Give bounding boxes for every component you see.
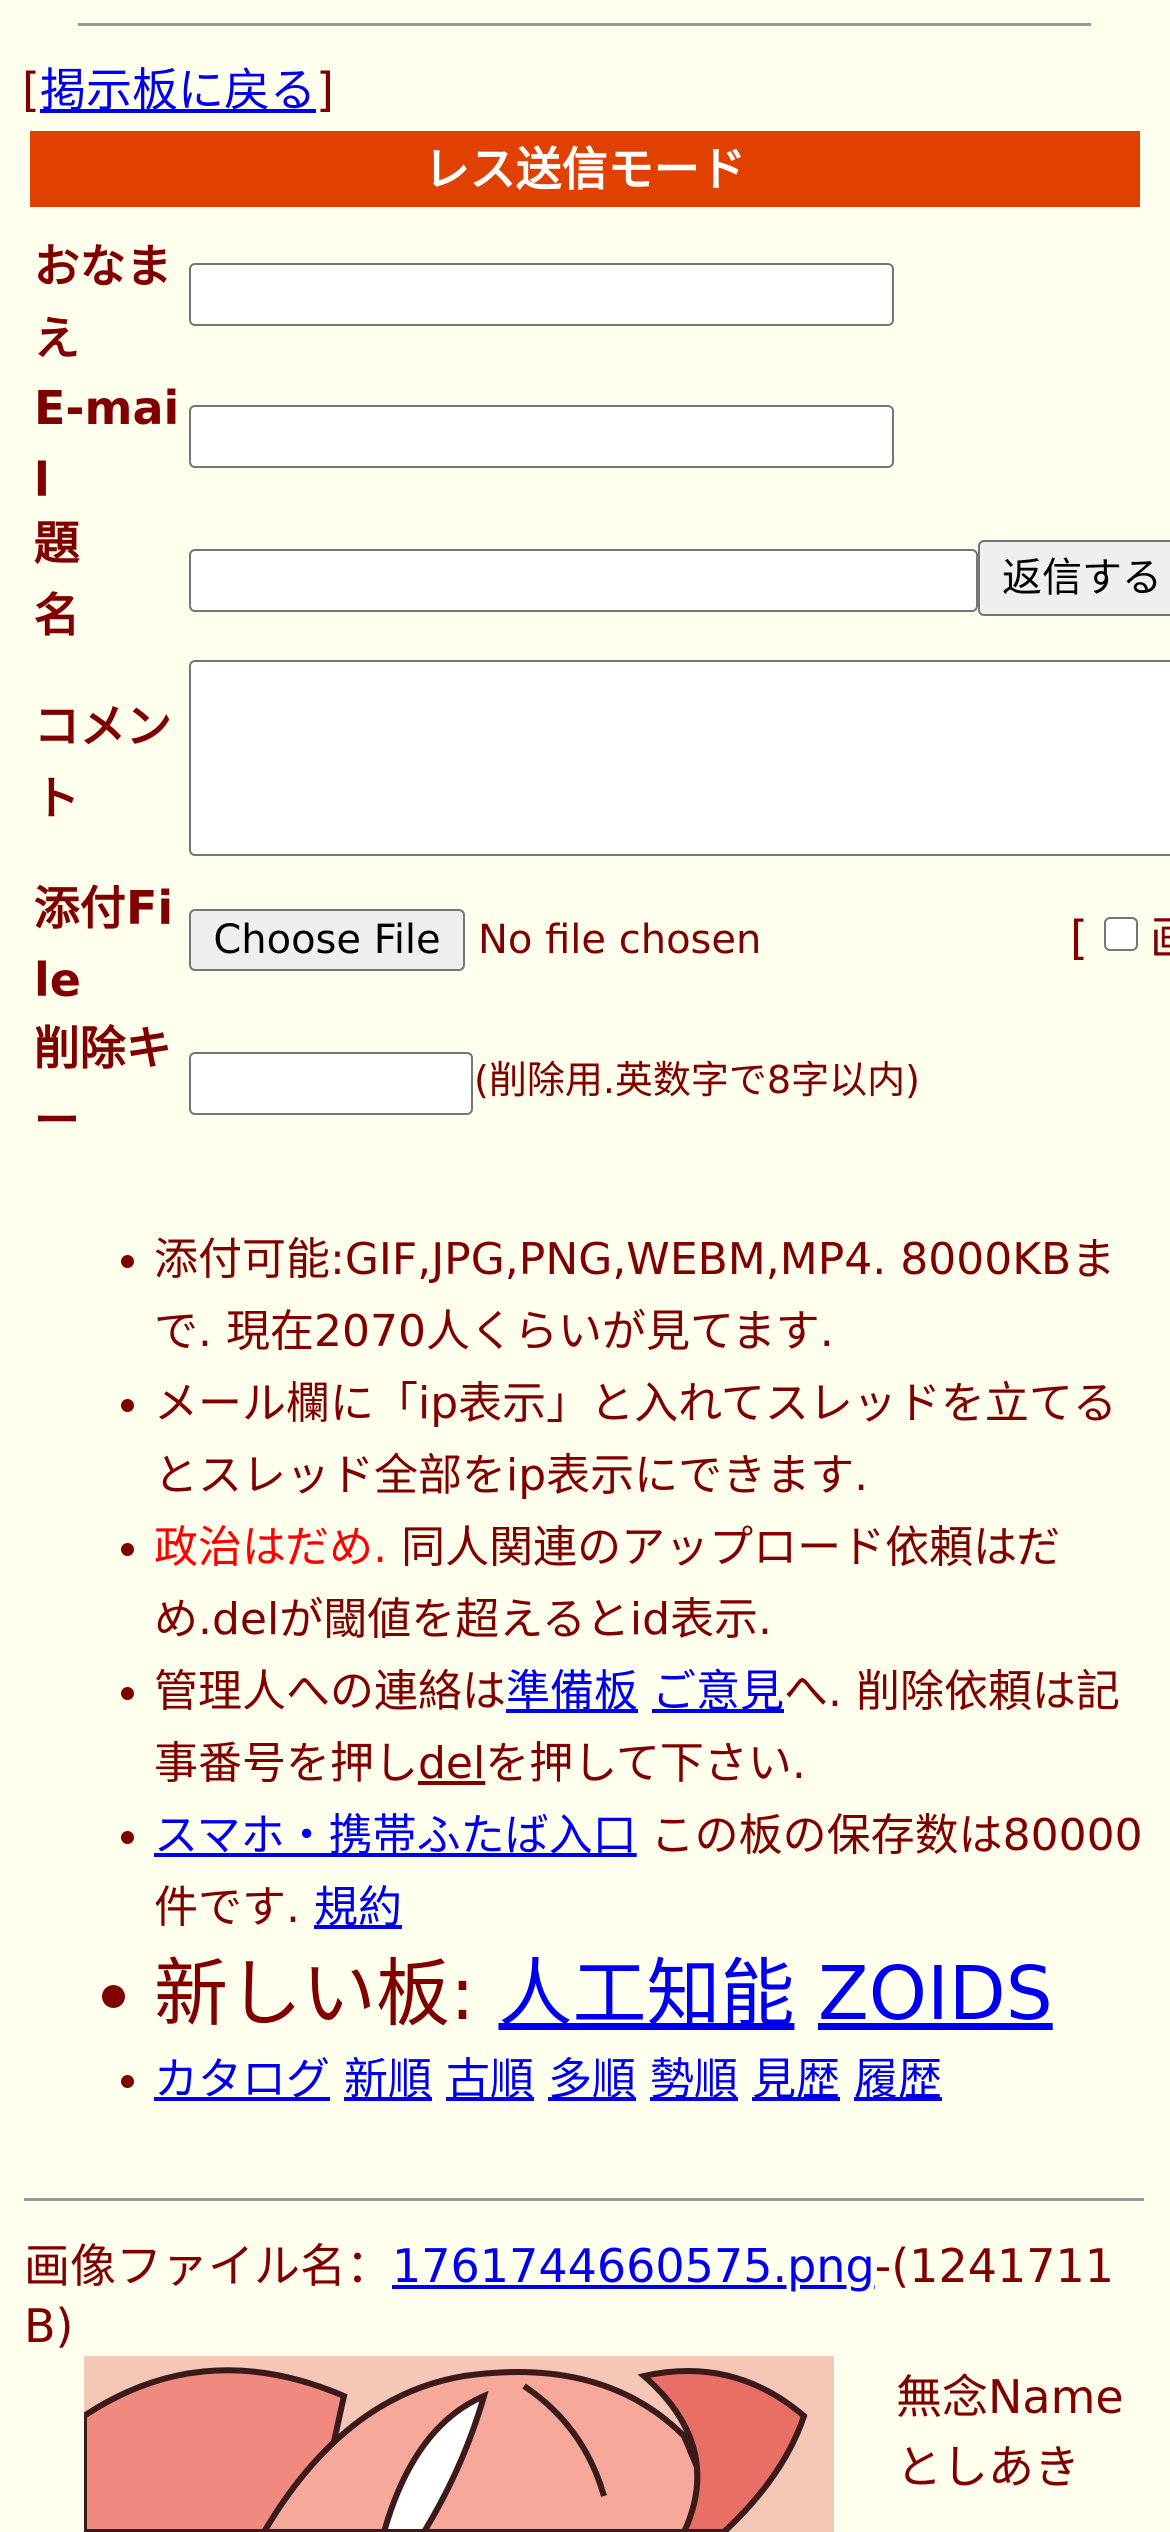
image-option-label: 画 [1150,910,1170,966]
bottom-divider [24,2198,1144,2201]
choose-file-button[interactable]: Choose File [189,909,465,971]
image-option-checkbox[interactable] [1104,917,1138,951]
info-list: 添付可能:GIF,JPG,PNG,WEBM,MP4. 8000KBまで. 現在2… [0,1224,1154,2116]
post-history-link[interactable]: 履歴 [854,2054,942,2105]
catalog-link[interactable]: カタログ [154,2054,330,2105]
back-to-board-link[interactable]: 掲示板に戻る [40,63,316,117]
list-item: カタログ 新順 古順 多順 勢順 見歴 履歴 [154,2044,1154,2116]
mobile-entrance-link[interactable]: スマホ・携帯ふたば入口 [154,1810,637,1861]
list-item: 添付可能:GIF,JPG,PNG,WEBM,MP4. 8000KBまで. 現在2… [154,1224,1154,1368]
ai-board-link[interactable]: 人工知能 [498,1951,794,2037]
name-input[interactable] [189,263,894,326]
terms-link[interactable]: 規約 [314,1882,402,1933]
comment-textarea[interactable] [189,660,1170,856]
comment-label: コメント [34,699,172,825]
list-item: 政治はだめ. 同人関連のアップロード依頼はだめ.delが閾値を超えるとid表示. [154,1512,1154,1656]
zoids-board-link[interactable]: ZOIDS [818,1951,1053,2037]
subject-input[interactable] [189,549,978,612]
no-file-status: No file chosen [478,917,762,963]
delete-key-label: 削除キー [34,1021,172,1147]
post-image-thumbnail[interactable] [84,2356,834,2532]
delete-key-input[interactable] [189,1052,473,1115]
prep-board-link[interactable]: 準備板 [506,1666,638,1717]
politics-warning: 政治はだめ. [154,1522,388,1573]
image-file-link[interactable]: 1761744660575.png [392,2239,875,2293]
sort-most-link[interactable]: 多順 [548,2054,636,2105]
submit-reply-button[interactable]: 返信する [978,540,1170,616]
delete-key-hint: (削除用.英数字で8字以内) [474,1058,920,1102]
sort-momentum-link[interactable]: 勢順 [650,2054,738,2105]
view-history-link[interactable]: 見歴 [752,2054,840,2105]
list-item: 新しい板: 人工知能 ZOIDS [154,1944,1154,2044]
list-item: メール欄に「ip表示」と入れてスレッドを立てるとスレッド全部をip表示にできます… [154,1368,1154,1512]
option-bracket: [ [1070,911,1088,965]
file-info: 画像ファイル名：1761744660575.png-(1241711 B) [24,2239,1115,2353]
email-label: E-mail [34,381,180,507]
attach-label: 添付File [34,881,174,1007]
sort-oldest-link[interactable]: 古順 [446,2054,534,2105]
feedback-link[interactable]: ご意見 [652,1666,784,1717]
back-nav: [掲示板に戻る] [22,63,334,117]
subject-label: 題名 [34,516,80,642]
thumbnail-art [84,2356,834,2532]
email-input[interactable] [189,405,894,468]
top-divider [78,23,1091,26]
list-item: 管理人への連絡は準備板 ご意見へ. 削除依頼は記事番号を押しdelを押して下さい… [154,1656,1154,1800]
list-item: スマホ・携帯ふたば入口 この板の保存数は80000件です. 規約 [154,1800,1154,1944]
del-link[interactable]: del [418,1738,485,1789]
reply-mode-banner: レス送信モード [30,131,1140,207]
sort-newest-link[interactable]: 新順 [344,2054,432,2105]
name-label: おなまえ [34,239,172,365]
poster-name: 無念Name としあき [896,2370,1124,2494]
